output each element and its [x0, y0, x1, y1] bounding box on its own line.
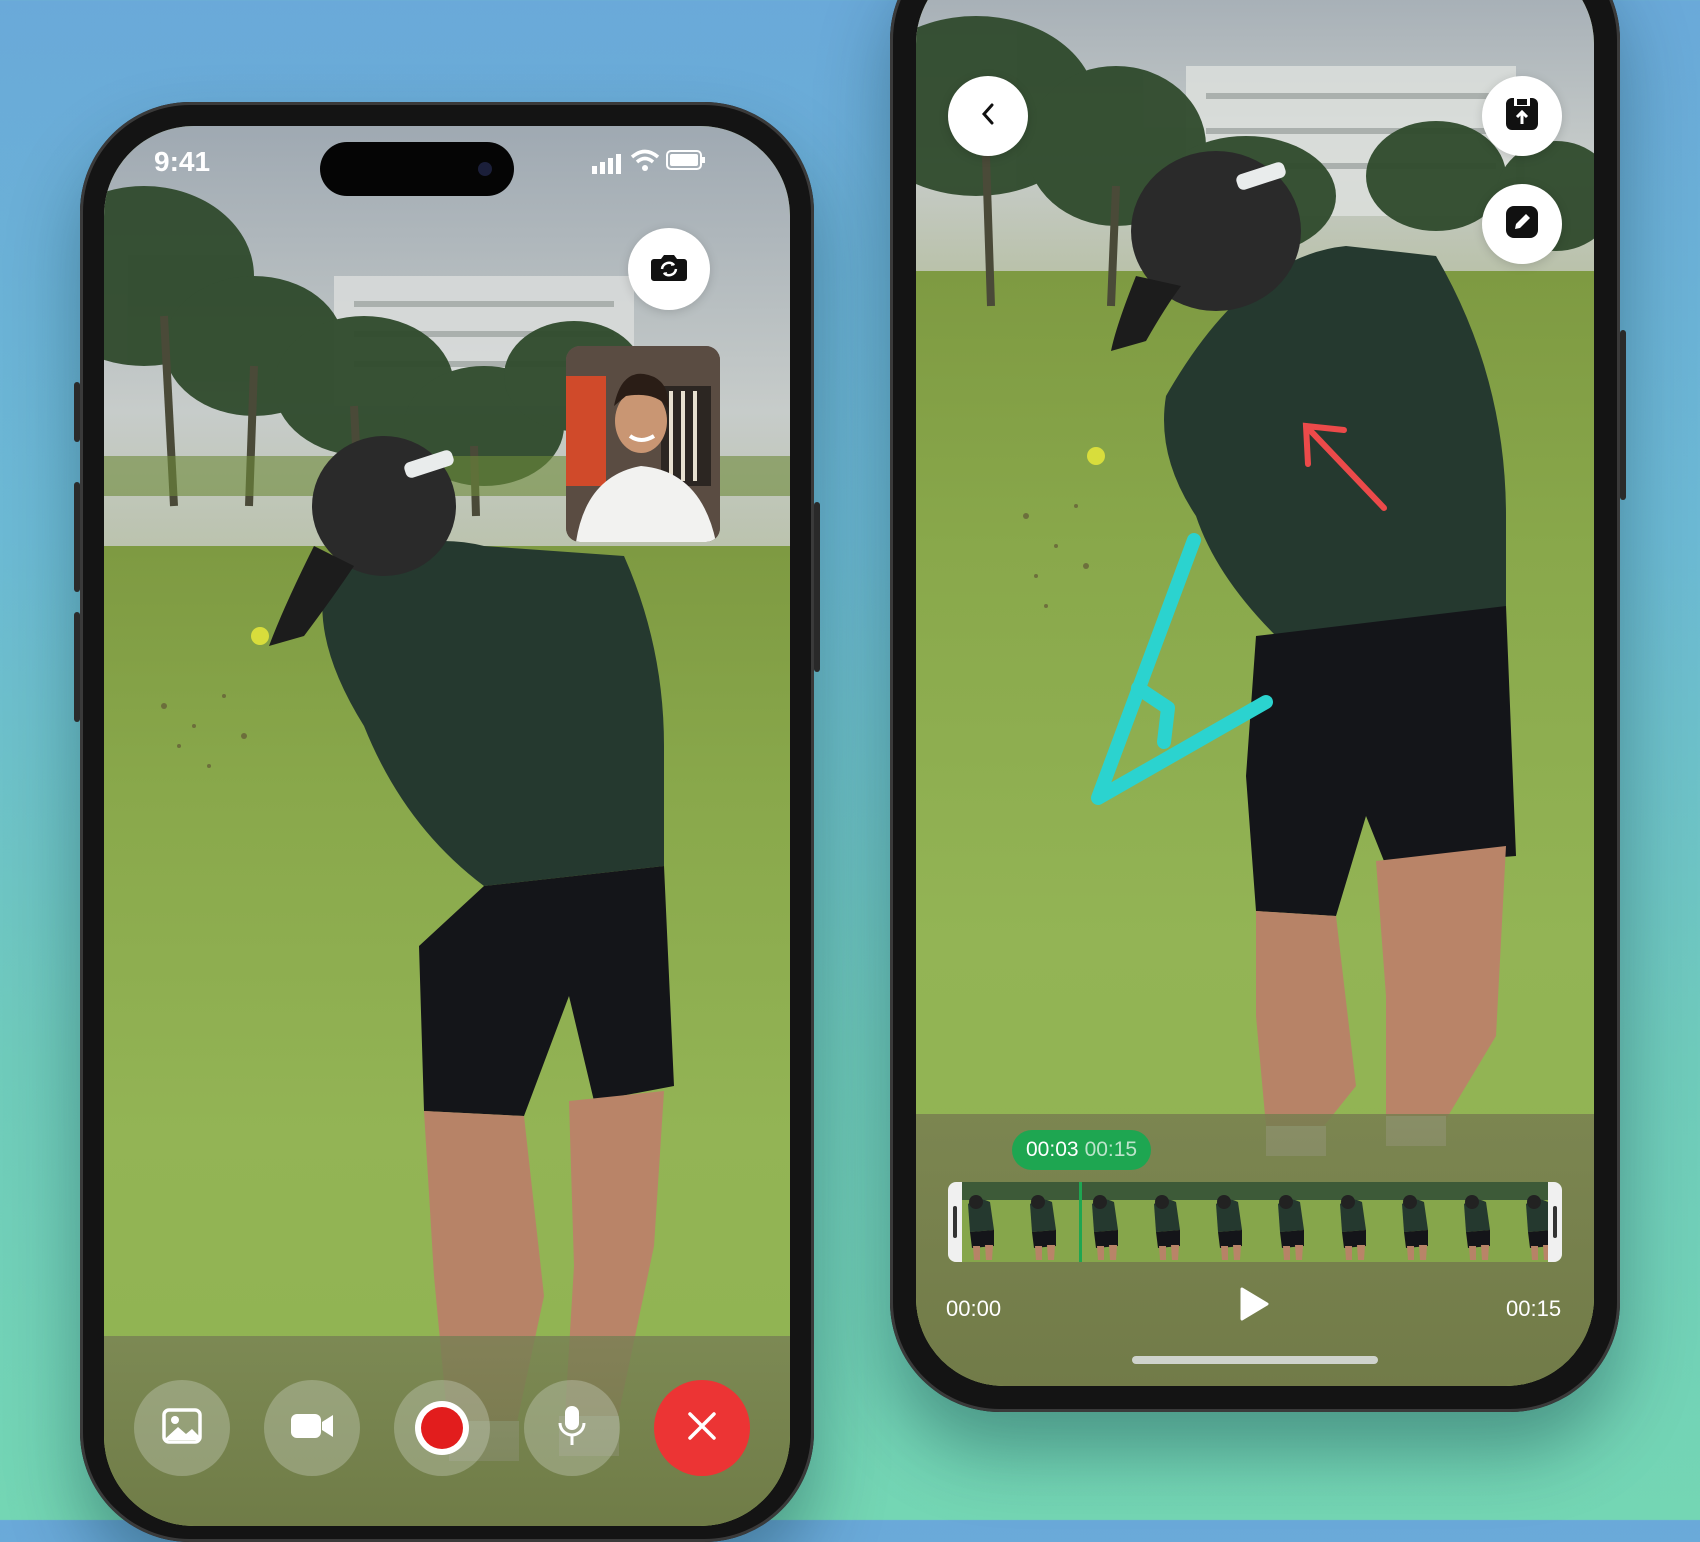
- end-time-label: 00:15: [1506, 1296, 1562, 1321]
- timeline-frame: [1382, 1182, 1444, 1262]
- timeline-panel: 00:03 00:15 00:00 00:15: [916, 1114, 1594, 1386]
- wifi-icon: [630, 148, 660, 177]
- video-camera-icon: [290, 1411, 334, 1446]
- call-screen: 9:41: [104, 126, 790, 1526]
- save-icon: [1504, 96, 1540, 137]
- camera-switch-icon: [650, 252, 688, 287]
- pip-person-image: [566, 346, 720, 542]
- start-time-label: 00:00: [946, 1296, 1002, 1321]
- timeline-frame: [1196, 1182, 1258, 1262]
- dynamic-island: [320, 142, 514, 196]
- pencil-icon: [1505, 205, 1539, 244]
- chevron-left-icon: [980, 102, 996, 131]
- save-upload-button[interactable]: [1482, 76, 1562, 156]
- edit-button[interactable]: [1482, 184, 1562, 264]
- golfer-photo: [104, 186, 790, 1461]
- frame-strip[interactable]: [948, 1182, 1562, 1262]
- back-button[interactable]: [948, 76, 1028, 156]
- microphone-button[interactable]: [524, 1380, 620, 1476]
- microphone-icon: [557, 1405, 587, 1452]
- status-bar: 9:41: [104, 126, 790, 216]
- timeline-frame: [1010, 1182, 1072, 1262]
- close-icon: [687, 1411, 717, 1446]
- play-button[interactable]: [1232, 1284, 1276, 1328]
- record-icon: [421, 1407, 463, 1449]
- record-button[interactable]: [394, 1380, 490, 1476]
- image-icon: [162, 1407, 202, 1449]
- signal-icon: [592, 152, 624, 179]
- time-badge: 00:03 00:15: [1012, 1130, 1152, 1170]
- right-phone: 00:03 00:15 00:00 00:15: [890, 0, 1626, 1412]
- play-icon: [1239, 1287, 1269, 1326]
- timeline-frame: [1258, 1182, 1320, 1262]
- end-call-button[interactable]: [654, 1380, 750, 1476]
- flip-camera-button[interactable]: [628, 228, 710, 310]
- gallery-button[interactable]: [134, 1380, 230, 1476]
- review-screen: 00:03 00:15 00:00 00:15: [916, 0, 1594, 1386]
- status-time: 9:41: [154, 146, 211, 177]
- timeline-frame: [1320, 1182, 1382, 1262]
- total-time: 00:15: [1084, 1138, 1138, 1161]
- timeline-frame: [1444, 1182, 1506, 1262]
- trim-handle-left[interactable]: [948, 1182, 962, 1262]
- camera-toggle-button[interactable]: [264, 1380, 360, 1476]
- trim-handle-right[interactable]: [1548, 1182, 1562, 1262]
- current-time: 00:03: [1026, 1138, 1079, 1161]
- call-controls: [104, 1336, 790, 1526]
- pip-video[interactable]: [566, 346, 720, 542]
- playhead[interactable]: [1079, 1182, 1083, 1262]
- left-phone: 9:41: [74, 102, 820, 1542]
- timeline-frame: [1134, 1182, 1196, 1262]
- battery-icon: [666, 150, 706, 177]
- home-indicator: [1132, 1356, 1378, 1364]
